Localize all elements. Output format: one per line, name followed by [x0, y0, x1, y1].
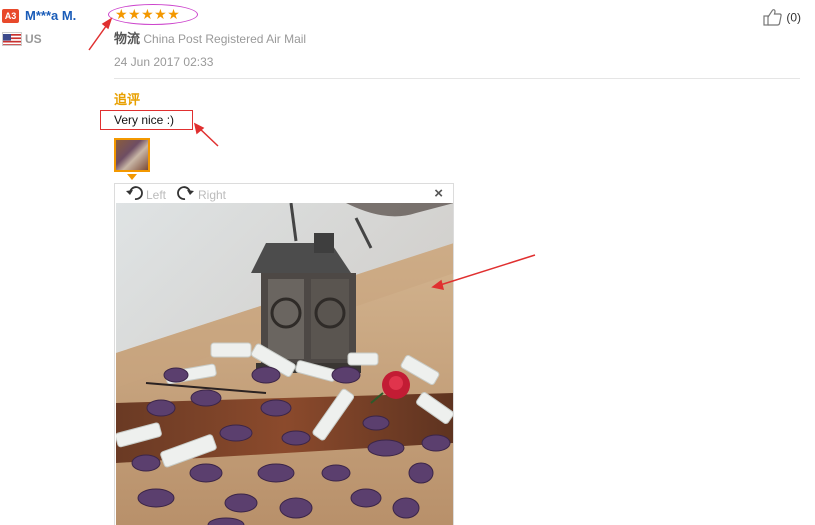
image-viewer-toolbar: Left Right × [115, 184, 453, 203]
thumbs-up-icon [763, 8, 783, 29]
rotate-left-label: Left [146, 187, 167, 202]
rotate-right-button[interactable]: Right [175, 185, 226, 204]
star-rating: ★★★★★ [115, 6, 181, 22]
review-date: 24 Jun 2017 02:33 [114, 55, 214, 69]
thumbnail-selected-caret [127, 174, 137, 180]
shipping-info: 物流 China Post Registered Air Mail [114, 28, 306, 47]
review-photo [116, 203, 453, 525]
additional-review-text: Very nice :) [114, 113, 175, 127]
rotate-right-icon [175, 185, 198, 204]
helpful-button[interactable]: (0) [763, 8, 801, 29]
reviewer-country: US [25, 32, 42, 46]
rotate-right-label: Right [198, 187, 227, 202]
review-photo-thumbnail[interactable] [114, 138, 150, 172]
image-viewer: Left Right × [114, 183, 454, 525]
additional-review-heading: 追评 [114, 92, 141, 107]
rotate-left-icon [125, 185, 146, 204]
rotate-left-button[interactable]: Left [125, 185, 166, 204]
divider [114, 78, 800, 79]
reviewer-name[interactable]: M***a M. [25, 8, 76, 23]
shipping-label: 物流 [114, 31, 141, 46]
helpful-count: (0) [786, 10, 802, 25]
close-icon[interactable]: × [434, 185, 443, 202]
us-flag-icon [2, 32, 22, 46]
reviewer-level-badge: A3 [2, 9, 19, 23]
shipping-method: China Post Registered Air Mail [143, 32, 307, 46]
